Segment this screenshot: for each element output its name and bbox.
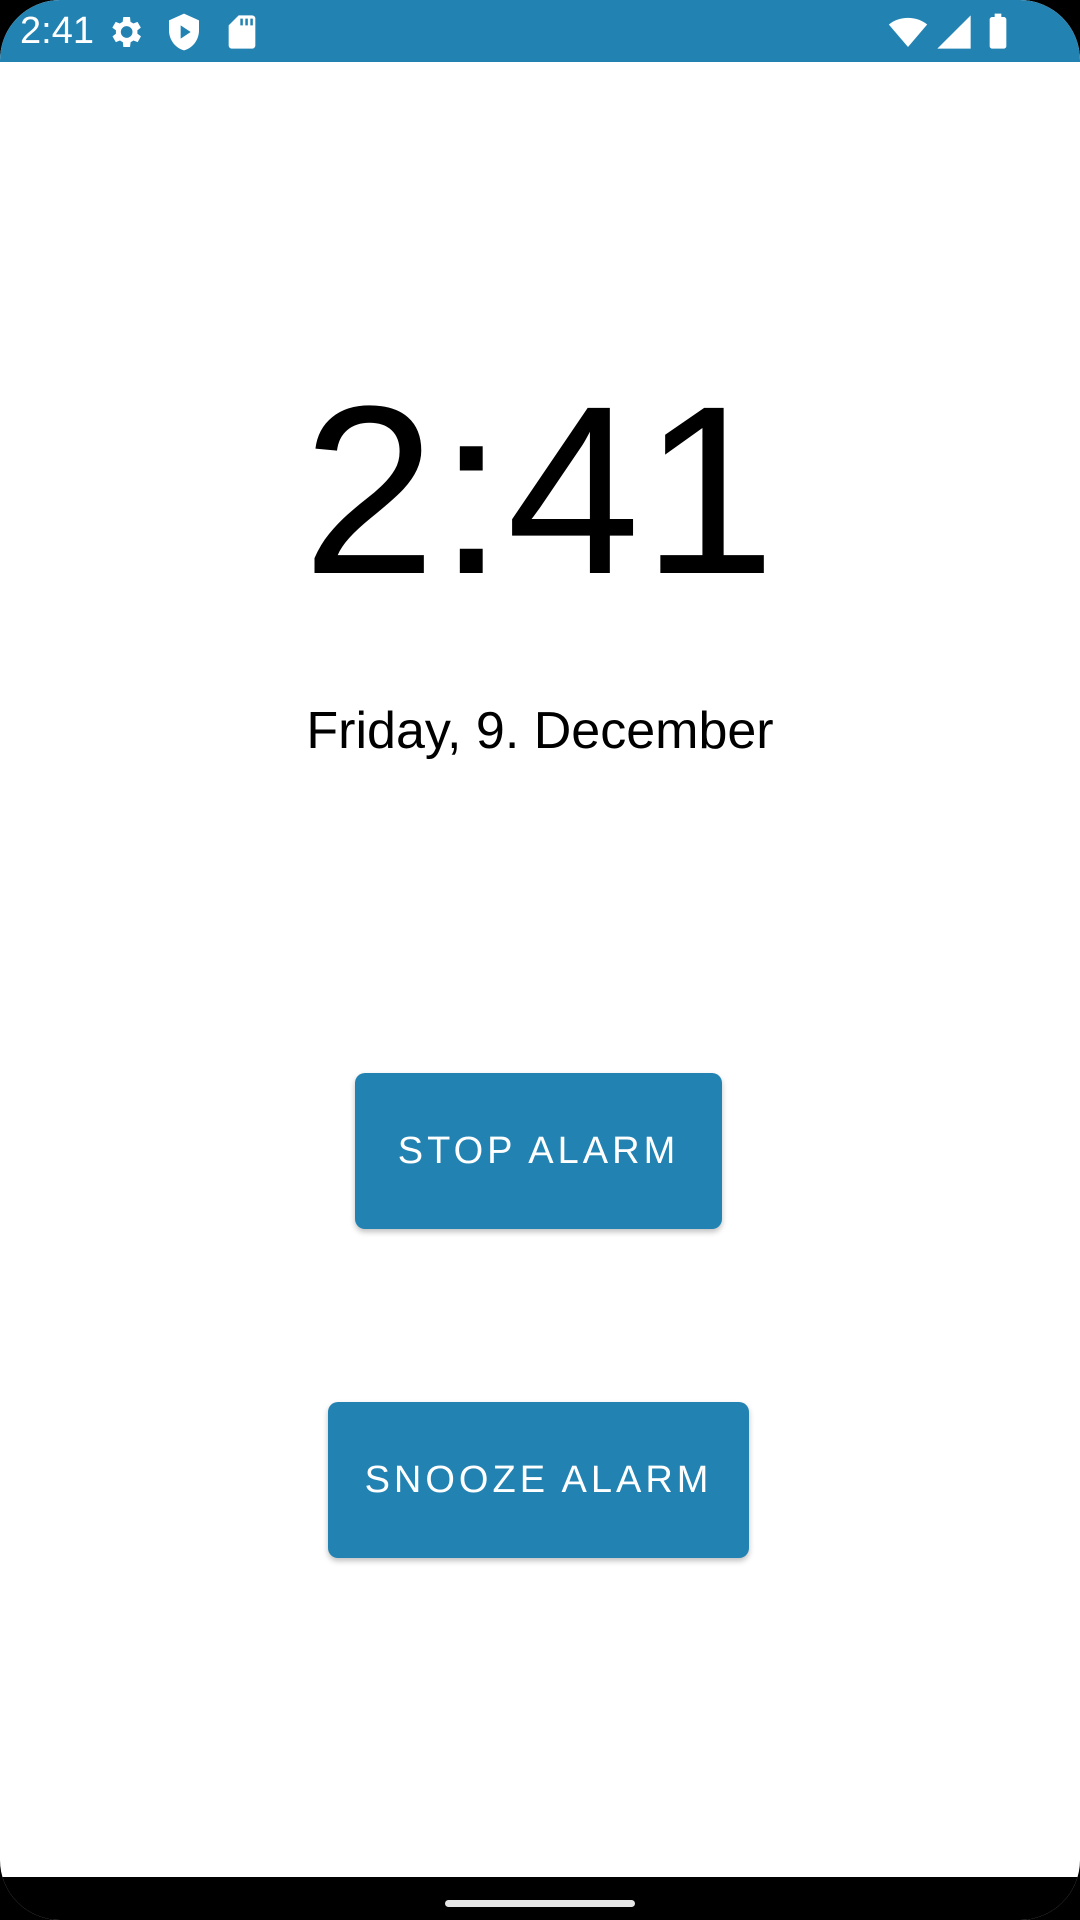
wifi-icon <box>888 12 928 52</box>
settings-icon <box>105 12 145 52</box>
sd-card-icon <box>222 12 262 52</box>
home-handle[interactable] <box>445 1900 635 1907</box>
navigation-bar <box>0 1877 1080 1920</box>
shield-play-icon <box>164 12 204 52</box>
snooze-alarm-button[interactable]: SNOOZE ALARM <box>328 1402 749 1558</box>
battery-icon <box>978 12 1018 52</box>
clock-date: Friday, 9. December <box>306 702 774 760</box>
cell-signal-icon <box>934 12 974 52</box>
clock-time: 2:41 <box>302 356 778 624</box>
status-bar: 2:41 <box>0 0 1080 62</box>
status-time: 2:41 <box>20 10 94 52</box>
alarm-screen: 2:41 2:41 Friday, 9. December STOP ALARM… <box>0 0 1080 1920</box>
stop-alarm-button[interactable]: STOP ALARM <box>355 1073 722 1229</box>
